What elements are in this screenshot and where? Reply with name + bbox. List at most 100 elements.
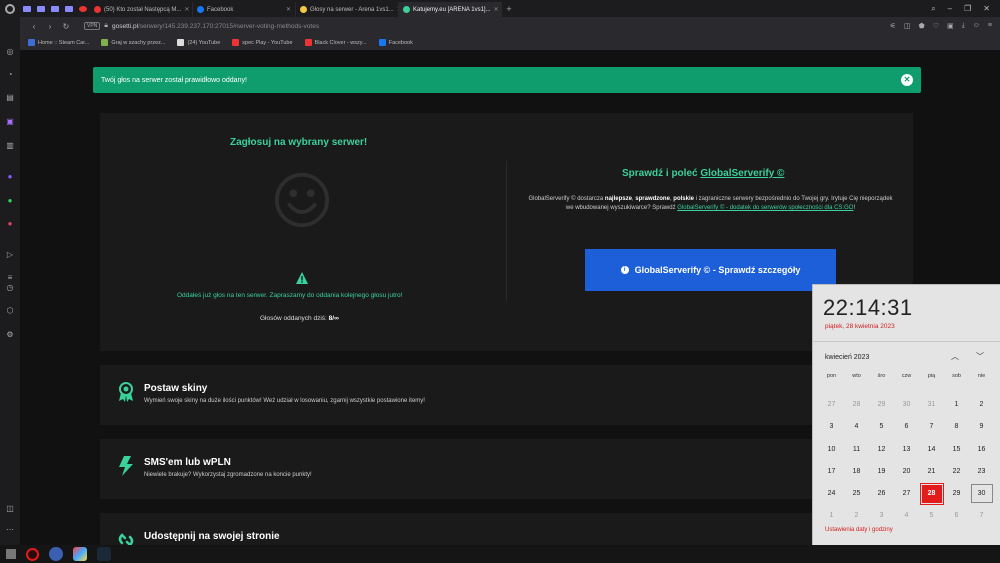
calendar-day[interactable]: 1 [944,393,969,415]
feature-card-skins[interactable]: Postaw skiny Wymień swoje skiny na duże … [100,365,913,425]
feature-card-share[interactable]: Udostępnij na swojej stronie [100,513,913,545]
calendar-day[interactable]: 4 [844,416,869,438]
reload-icon[interactable]: ↻ [58,22,74,31]
calendar-day[interactable]: 11 [844,438,869,460]
calendar-day[interactable]: 6 [944,505,969,527]
extensions-icon[interactable]: ▥ [5,141,15,151]
calendar-day[interactable]: 24 [819,482,844,504]
gs-desc-link[interactable]: GlobalServerify © - dodatek do serwerów … [677,205,853,211]
sidebar-setup-icon[interactable]: ◫ [5,504,15,514]
whatsapp-icon[interactable]: ● [5,196,15,206]
instagram-icon[interactable]: ● [5,219,15,229]
calendar-day[interactable]: 2 [969,393,994,415]
back-icon[interactable]: ‹ [26,22,42,31]
easy-setup-icon[interactable]: ⚟ [890,22,896,30]
calendar-day[interactable]: 3 [869,505,894,527]
pinned-tab-icon[interactable] [34,0,48,17]
search-icon[interactable]: ⌕ [931,4,935,14]
pinned-tab-icon[interactable] [62,0,76,17]
adblock-icon[interactable]: ⬟ [919,22,925,30]
box-icon[interactable]: ▣ [947,22,954,30]
new-tab-button[interactable]: + [502,4,516,14]
clock-date[interactable]: piątek, 28 kwietnia 2023 [825,323,895,330]
history-icon[interactable]: ◷ [5,283,15,293]
calendar-day[interactable]: 4 [894,505,919,527]
pinned-tab-icon[interactable] [48,0,62,17]
calendar-day[interactable]: 17 [819,460,844,482]
pinned-tab-icon[interactable] [76,0,90,17]
browser-tab[interactable]: Głosy na serwer - Arena 1vs1...✕ [296,2,399,17]
calendar-day[interactable]: 26 [869,482,894,504]
calendar-day-today[interactable]: 28 [919,482,944,505]
calendar-day[interactable]: 9 [969,416,994,438]
tab-close-icon[interactable]: ✕ [283,6,291,13]
speed-icon[interactable]: ◔ [5,70,15,80]
calendar-day[interactable]: 20 [894,460,919,482]
cube-icon[interactable]: ⬡ [5,306,15,316]
more-icon[interactable]: ⋯ [5,525,15,535]
calendar-day[interactable]: 18 [844,460,869,482]
menu-icon[interactable]: ≡ [988,22,992,30]
url-field[interactable]: gosetti.pl/serwery/145.239.237.170:27015… [112,23,319,30]
calendar-day[interactable]: 29 [944,482,969,504]
alert-close-button[interactable]: ✕ [901,74,913,86]
start-button[interactable] [6,549,16,559]
opera-logo-icon[interactable] [0,0,20,17]
calendar-day[interactable]: 16 [969,438,994,460]
date-time-settings-link[interactable]: Ustawienia daty i godziny [825,527,893,533]
bookmark-item[interactable]: spec Play - YouTube [232,39,293,46]
calendar-month[interactable]: kwiecień 2023 [825,354,869,361]
calendar-day[interactable]: 5 [919,505,944,527]
minimize-button[interactable]: – [948,4,952,14]
tab-close-icon[interactable]: ✕ [491,6,499,13]
chevron-up-icon[interactable]: ︿ [951,351,959,362]
calendar-day[interactable]: 23 [969,460,994,482]
calendar-day[interactable]: 25 [844,482,869,504]
calendar-day[interactable]: 27 [894,482,919,504]
opera-taskbar-icon[interactable] [26,547,39,561]
app-taskbar-icon[interactable] [49,547,63,561]
calendar-day[interactable]: 29 [869,393,894,415]
calendar-day[interactable]: 3 [819,416,844,438]
browser-tab[interactable]: Facebook ✕ [193,2,296,17]
calendar-day[interactable]: 15 [944,438,969,460]
vpn-badge[interactable]: VPN [84,22,101,30]
calendar-day[interactable]: 7 [969,505,994,527]
app-taskbar-icon[interactable] [73,547,87,561]
browser-tab[interactable]: Katujemy.eu [ARENA 1vs1]... ✕ [399,2,502,17]
list-icon[interactable]: ≡ [5,273,15,283]
calendar-day[interactable]: 31 [919,393,944,415]
calendar-day[interactable]: 6 [894,416,919,438]
browser-tab[interactable]: (50) Kto został Następcą M... ✕ [90,2,193,17]
lock-icon[interactable]: 🔒︎ [104,22,108,30]
player-icon[interactable]: ▷ [5,250,15,260]
calendar-day[interactable]: 5 [869,416,894,438]
calendar-day[interactable]: 14 [919,438,944,460]
calendar-day[interactable]: 13 [894,438,919,460]
messenger-icon[interactable]: ● [5,172,15,182]
calendar-day[interactable]: 8 [944,416,969,438]
bookmark-item[interactable]: Black Clover - wszy... [304,39,367,46]
chevron-down-icon[interactable]: ﹀ [976,351,984,362]
calendar-day[interactable]: 10 [819,438,844,460]
calendar-day[interactable]: 2 [844,505,869,527]
gs-title-link[interactable]: GlobalServerify © [700,168,784,179]
heart-icon[interactable]: ♡ [933,22,939,30]
feature-card-sms[interactable]: SMS'em lub wPLN Niewiele brakuje? Wykorz… [100,439,913,499]
calendar-day[interactable]: 1 [819,505,844,527]
calendar-day[interactable]: 7 [919,416,944,438]
close-window-button[interactable]: ✕ [983,4,990,14]
calendar-day[interactable]: 27 [819,393,844,415]
calendar-day[interactable]: 30 [969,482,994,504]
gs-details-button[interactable]: i GlobalServerify © - Sprawdź szczegóły [585,249,836,291]
game-controller-icon[interactable]: ◎ [5,47,15,57]
twitch-icon[interactable]: ▣ [5,117,15,127]
profile-icon[interactable]: ☺ [973,22,980,30]
tab-close-icon[interactable]: ✕ [181,6,189,13]
pinned-tab-icon[interactable] [20,0,34,17]
calendar-day[interactable]: 30 [894,393,919,415]
snapshot-icon[interactable]: ◫ [904,22,911,30]
bookmark-item[interactable]: Graj w szachy przez... [101,39,165,46]
steam-taskbar-icon[interactable] [97,547,111,561]
bookmark-item[interactable]: (24) YouTube [177,39,220,46]
